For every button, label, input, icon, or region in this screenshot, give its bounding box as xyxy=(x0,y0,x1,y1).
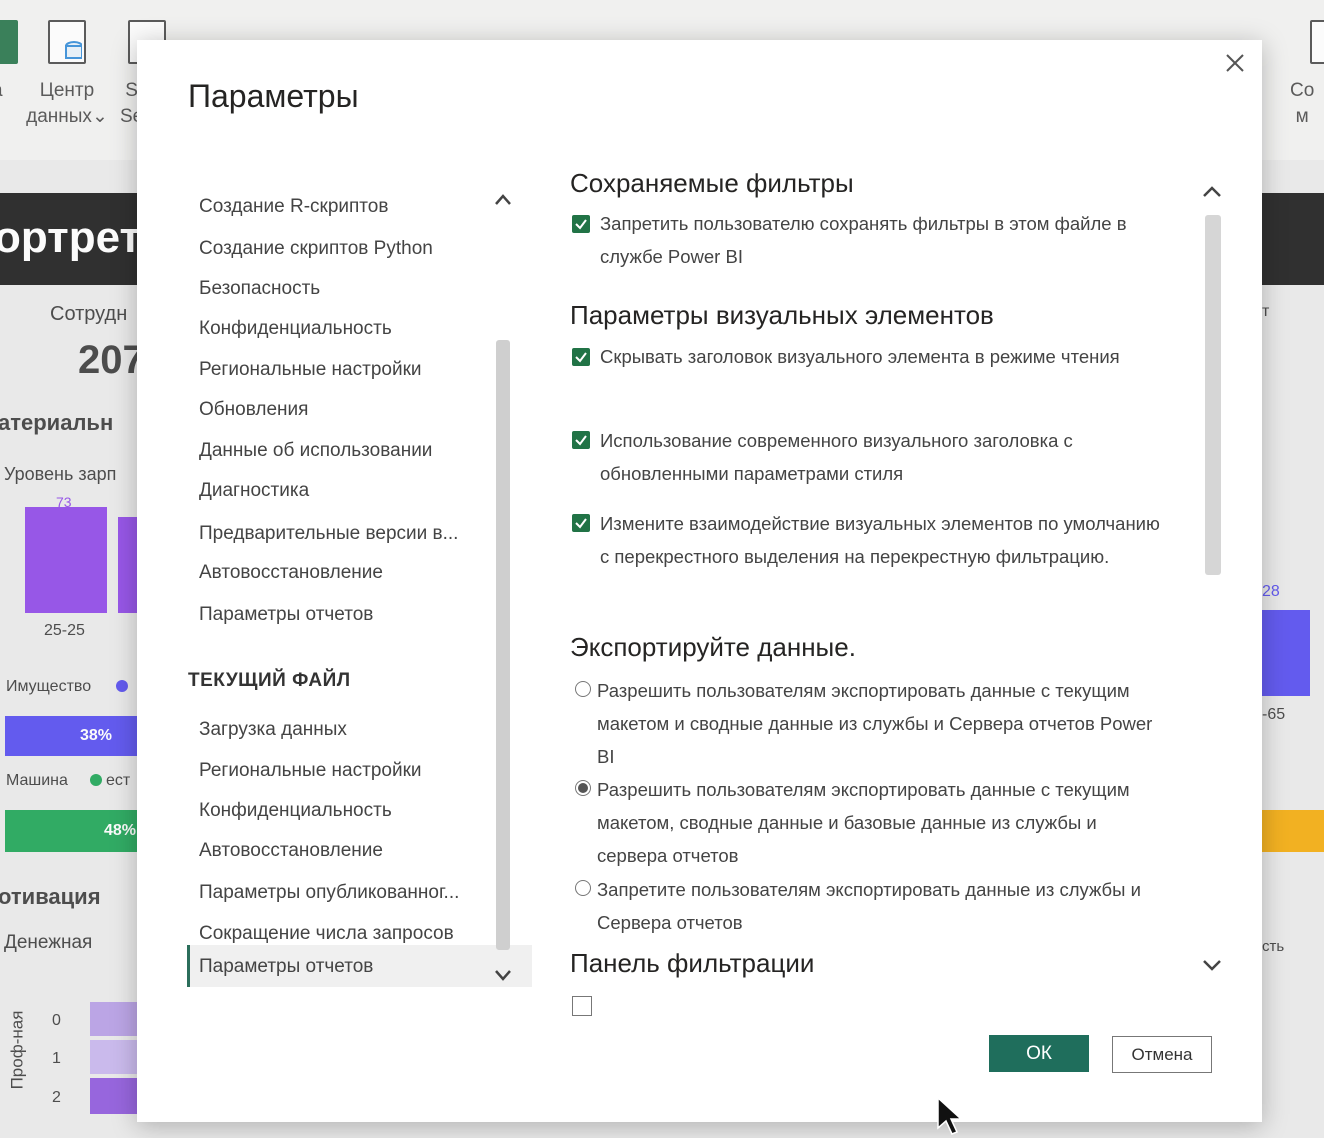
cancel-button[interactable]: Отмена xyxy=(1112,1036,1212,1073)
checkmark-icon xyxy=(575,518,587,529)
checkmark-icon xyxy=(575,352,587,363)
nav-item-data-load[interactable]: Загрузка данных xyxy=(199,719,347,741)
checkmark-icon xyxy=(575,219,587,230)
content-scrollbar[interactable] xyxy=(1199,160,1229,1005)
checkbox-modern-visual-header[interactable] xyxy=(572,431,590,449)
option-modern-visual-header-label: Использование современного визуального з… xyxy=(600,430,1073,484)
nav-item-published-settings[interactable]: Параметры опубликованног... xyxy=(199,882,459,904)
option-export-summarized-label: Разрешить пользователям экспортировать д… xyxy=(597,680,1153,767)
checkbox-prevent-save-filters[interactable] xyxy=(572,215,590,233)
nav-item-autorecovery[interactable]: Автовосстановление xyxy=(199,562,383,584)
section-filter-pane-title: Панель фильтрации xyxy=(570,948,815,978)
checkmark-icon xyxy=(575,435,587,446)
nav-item-report-settings[interactable]: Параметры отчетов xyxy=(199,604,373,626)
checkbox-hide-visual-header[interactable] xyxy=(572,348,590,366)
nav-item-privacy[interactable]: Конфиденциальность xyxy=(199,318,392,340)
section-visual-settings-title: Параметры визуальных элементов xyxy=(570,300,994,330)
radio-export-underlying[interactable] xyxy=(575,780,591,796)
scroll-up-icon[interactable] xyxy=(492,190,514,210)
option-export-underlying-label: Разрешить пользователям экспортировать д… xyxy=(597,779,1130,866)
nav-item-r-scripts[interactable]: Создание R-скриптов xyxy=(199,196,388,218)
settings-content: Сохраняемые фильтры Запретить пользовате… xyxy=(570,160,1190,1030)
nav-item-regional[interactable]: Региональные настройки xyxy=(199,359,422,381)
nav-item-query-reduction[interactable]: Сокращение числа запросов xyxy=(199,923,454,945)
nav-item-updates[interactable]: Обновления xyxy=(199,399,308,421)
scroll-down-icon[interactable] xyxy=(1199,955,1225,975)
option-hide-visual-header-label: Скрывать заголовок визуального элемента … xyxy=(600,346,1120,367)
nav-item-file-privacy[interactable]: Конфиденциальность xyxy=(199,800,392,822)
dialog-title: Параметры xyxy=(188,78,359,114)
checkbox-filter-pane[interactable] xyxy=(572,996,592,1016)
close-button[interactable] xyxy=(1222,50,1248,76)
option-prevent-save-filters-label: Запретить пользователю сохранять фильтры… xyxy=(600,213,1127,267)
radio-export-summarized[interactable] xyxy=(575,681,591,697)
scroll-down-icon[interactable] xyxy=(492,965,514,985)
nav-scrollbar[interactable] xyxy=(492,170,514,1030)
nav-item-file-regional[interactable]: Региональные настройки xyxy=(199,760,422,782)
nav-item-diagnostics[interactable]: Диагностика xyxy=(199,480,309,502)
content-scroll-thumb[interactable] xyxy=(1205,215,1221,575)
scroll-up-icon[interactable] xyxy=(1199,182,1225,202)
settings-nav: Создание R-скриптов Создание скриптов Py… xyxy=(177,165,532,1015)
close-icon xyxy=(1226,54,1244,72)
options-dialog: Параметры Создание R-скриптов Создание с… xyxy=(137,40,1262,1122)
nav-item-file-autorecovery[interactable]: Автовосстановление xyxy=(199,840,383,862)
nav-item-python-scripts[interactable]: Создание скриптов Python xyxy=(199,238,433,260)
section-export-data-title: Экспортируйте данные. xyxy=(570,632,856,662)
nav-section-current-file: ТЕКУЩИЙ ФАЙЛ xyxy=(188,670,351,691)
radio-export-none[interactable] xyxy=(575,880,591,896)
nav-item-file-report-settings[interactable]: Параметры отчетов xyxy=(199,956,373,978)
nav-item-security[interactable]: Безопасность xyxy=(199,278,320,300)
option-export-none-label: Запретите пользователям экспортировать д… xyxy=(597,879,1141,933)
ok-button[interactable]: ОК xyxy=(989,1035,1089,1072)
section-saved-filters-title: Сохраняемые фильтры xyxy=(570,168,854,198)
option-cross-filter-default-label: Измените взаимодействие визуальных элеме… xyxy=(600,513,1160,567)
mouse-cursor-icon xyxy=(937,1096,962,1135)
nav-item-usage-data[interactable]: Данные об использовании xyxy=(199,440,432,462)
nav-item-preview-features[interactable]: Предварительные версии в... xyxy=(199,523,458,545)
checkbox-cross-filter-default[interactable] xyxy=(572,514,590,532)
nav-scroll-thumb[interactable] xyxy=(496,340,510,950)
